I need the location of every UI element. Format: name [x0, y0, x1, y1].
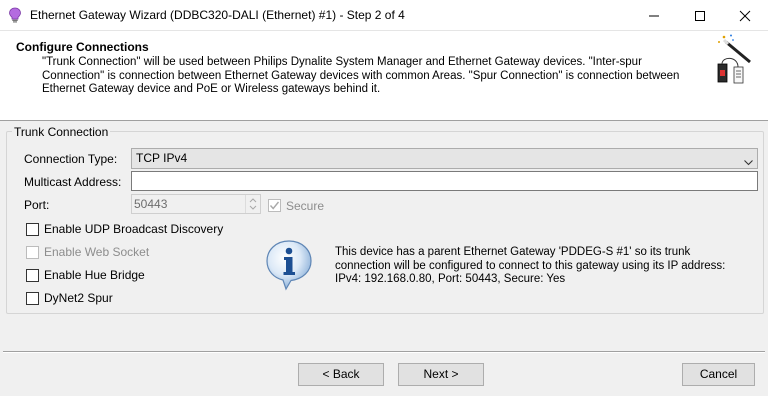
checkmark-icon	[269, 201, 280, 210]
port-label: Port:	[24, 198, 50, 212]
info-icon	[264, 239, 314, 291]
cancel-button[interactable]: Cancel	[682, 363, 755, 386]
maximize-icon	[695, 11, 705, 21]
wizard-wand-icon	[712, 34, 758, 88]
next-button[interactable]: Next >	[398, 363, 484, 386]
secure-label: Secure	[286, 199, 325, 213]
multicast-address-label: Multicast Address:	[24, 175, 122, 189]
udp-broadcast-checkbox[interactable]	[26, 223, 39, 236]
lightbulb-icon	[8, 7, 22, 23]
spinner-arrows-icon	[249, 198, 257, 210]
maximize-button[interactable]	[677, 0, 723, 31]
web-socket-label: Enable Web Socket	[44, 245, 150, 259]
close-icon	[739, 10, 751, 22]
multicast-address-input[interactable]	[131, 171, 758, 191]
window-title: Ethernet Gateway Wizard (DDBC320-DALI (E…	[30, 8, 405, 22]
udp-broadcast-label: Enable UDP Broadcast Discovery	[44, 222, 224, 236]
close-button[interactable]	[722, 0, 768, 31]
page-description: "Trunk Connection" will be used between …	[42, 56, 680, 95]
port-spinner[interactable]	[245, 195, 260, 213]
footer-divider	[3, 351, 765, 353]
connection-type-value: TCP IPv4	[136, 151, 188, 165]
minimize-button[interactable]	[631, 0, 677, 31]
group-title: Trunk Connection	[12, 125, 111, 139]
page-title: Configure Connections	[16, 40, 149, 54]
connection-type-label: Connection Type:	[24, 152, 118, 166]
web-socket-checkbox[interactable]	[26, 246, 39, 259]
chevron-down-icon	[744, 155, 753, 169]
port-value: 50443	[134, 197, 168, 211]
dynet2-spur-label: DyNet2 Spur	[44, 291, 113, 305]
hue-bridge-checkbox[interactable]	[26, 269, 39, 282]
hue-bridge-label: Enable Hue Bridge	[44, 268, 145, 282]
minimize-icon	[649, 15, 659, 17]
dynet2-spur-checkbox[interactable]	[26, 292, 39, 305]
back-button[interactable]: < Back	[298, 363, 384, 386]
trunk-info-text: This device has a parent Ethernet Gatewa…	[335, 246, 726, 285]
connection-type-select[interactable]	[131, 148, 758, 169]
secure-checkbox[interactable]	[268, 199, 281, 212]
